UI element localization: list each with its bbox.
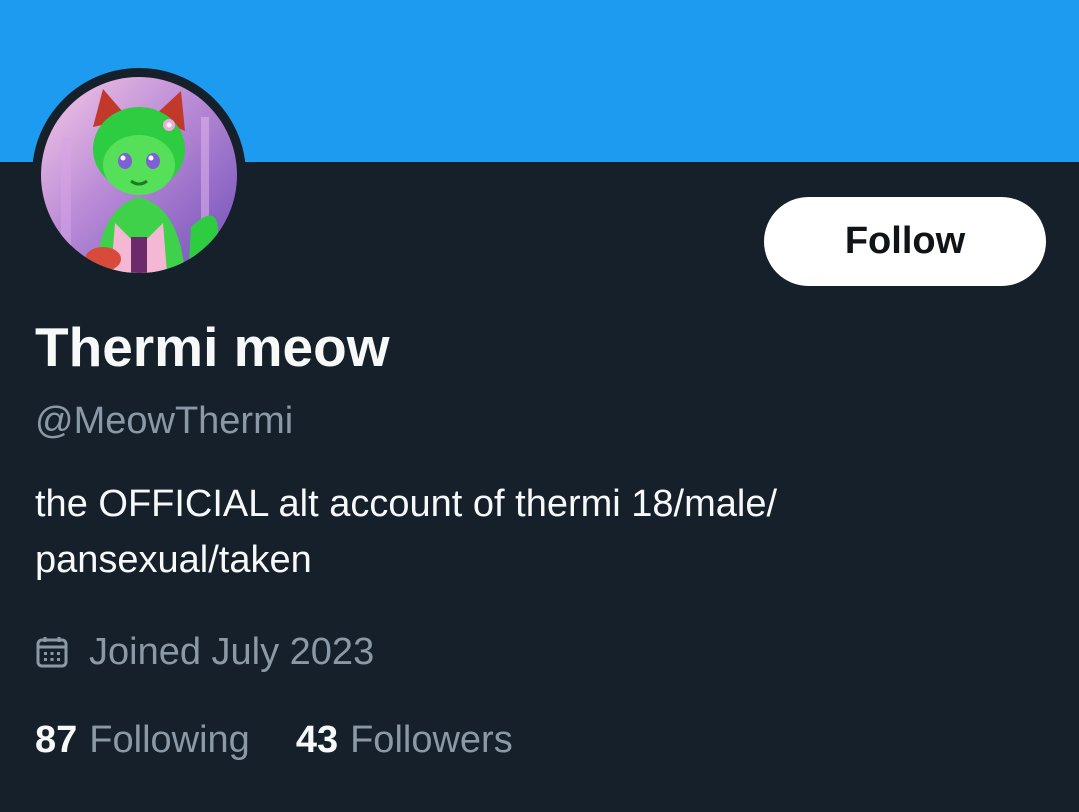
joined-text: Joined July 2023	[89, 630, 375, 673]
followers-count: 43	[295, 718, 339, 761]
followers-label: Followers	[350, 718, 513, 761]
avatar-border	[32, 68, 246, 282]
following-count: 87	[35, 718, 78, 761]
joined-date: Joined July 2023	[35, 625, 374, 679]
bio-line: pansexual/taken	[35, 539, 312, 581]
bio-line: the OFFICIAL alt account of thermi 18/ma…	[35, 483, 778, 525]
calendar-icon	[35, 635, 69, 669]
follow-stats: 87 Following 43 Followers	[35, 712, 559, 768]
following-link[interactable]: 87 Following	[35, 719, 250, 762]
display-name: Thermi meow	[35, 316, 390, 378]
follow-button[interactable]: Follow	[764, 197, 1046, 286]
followers-link[interactable]: 43 Followers	[296, 719, 513, 762]
user-handle: @MeowThermi	[35, 400, 294, 442]
bio: the OFFICIAL alt account of thermi 18/ma…	[35, 476, 1035, 588]
following-label: Following	[89, 718, 250, 761]
avatar[interactable]	[41, 77, 237, 273]
